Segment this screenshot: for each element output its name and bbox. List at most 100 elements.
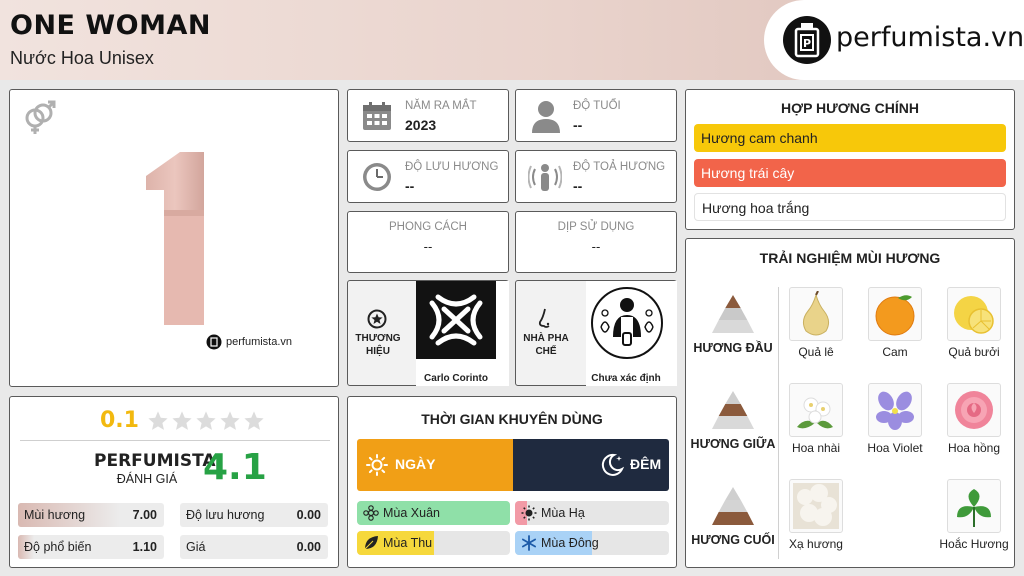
note-item[interactable]: Hoa hồng (939, 383, 1009, 455)
rating-bar-label: Mùi hương (24, 508, 86, 522)
occasion-label: DỊP SỬ DỤNG (557, 221, 635, 233)
night-panel: ĐÊM (513, 439, 669, 491)
recommended-time-card: THỜI GIAN KHUYÊN DÙNG NGÀY ĐÊM Mùa Xuân … (347, 396, 677, 568)
note-item[interactable]: Hoa nhài (781, 383, 851, 455)
night-label: ĐÊM (630, 456, 662, 472)
rating-divider (20, 440, 330, 441)
star-rating[interactable] (147, 410, 265, 432)
note-label: Cam (882, 345, 908, 359)
season-bar-spring: Mùa Xuân (357, 501, 510, 525)
summer-sun-icon (521, 505, 537, 521)
note-item[interactable]: Quả bưởi (939, 287, 1009, 359)
rating-bar-label: Độ phổ biến (24, 540, 92, 554)
perfume-subtitle: Nước Hoa Unisex (10, 48, 154, 68)
patchouli-leaf-icon (947, 479, 1001, 533)
accord-bar: Hương trái cây (694, 159, 1006, 187)
occasion-box: DỊP SỬ DỤNG -- (515, 211, 677, 273)
main-accords-title: HỢP HƯƠNG CHÍNH (781, 100, 919, 116)
season-bar-winter: Mùa Đông (515, 531, 669, 555)
sillage-value: -- (573, 178, 583, 194)
scent-notes-title: TRẢI NGHIỆM MÙI HƯƠNG (759, 250, 941, 266)
note-item[interactable]: Cam (860, 287, 930, 359)
style-box: PHONG CÁCH -- (347, 211, 509, 273)
star-icon[interactable] (243, 410, 265, 432)
scent-notes-card: TRẢI NGHIỆM MÙI HƯƠNG HƯƠNG ĐẦU Quả lê C… (685, 238, 1015, 568)
perfume-title: ONE WOMAN (10, 10, 211, 41)
product-image-card: perfumista.vn (9, 89, 339, 387)
note-label: Quả bưởi (948, 345, 1000, 359)
perfumer-placeholder-image (591, 287, 663, 359)
accord-label: Hương cam chanh (701, 130, 818, 146)
season-label: Mùa Hạ (541, 506, 585, 520)
star-icon[interactable] (219, 410, 241, 432)
season-label: Mùa Đông (541, 536, 599, 550)
rating-bar: Giá 0.00 (180, 535, 328, 559)
season-label: Mùa Thu (383, 536, 433, 550)
day-label: NGÀY (395, 456, 436, 472)
rating-bar-label: Giá (186, 540, 206, 554)
rating-bar: Độ lưu hương 0.00 (180, 503, 328, 527)
base-notes-label: HƯƠNG CUỐI (691, 533, 775, 547)
star-badge-icon (367, 309, 387, 329)
season-label: Mùa Xuân (383, 506, 440, 520)
star-icon[interactable] (171, 410, 193, 432)
musk-cotton-icon (789, 479, 843, 533)
day-panel: NGÀY (357, 439, 513, 491)
notes-divider (778, 287, 779, 559)
occasion-value: -- (591, 239, 601, 254)
note-label: Hoa hồng (947, 441, 1001, 455)
main-accords-card: HỢP HƯƠNG CHÍNH Hương cam chanh Hương tr… (685, 89, 1015, 230)
rating-card: 0.1 PERFUMISTA ĐÁNH GIÁ 4.1 Mùi hương 7.… (9, 396, 339, 568)
unisex-icon (20, 98, 58, 141)
launch-year-box: NĂM RA MẮT 2023 (347, 89, 509, 142)
perfumer-box[interactable]: NHÀ PHA CHẾ Chưa xác định (515, 280, 677, 386)
rose-icon (947, 383, 1001, 437)
rating-bar-value: 0.00 (296, 540, 321, 554)
note-item[interactable]: Quả lê (781, 287, 851, 359)
sillage-label: ĐỘ TOẢ HƯƠNG (573, 161, 666, 173)
top-notes-label: HƯƠNG ĐẦU (693, 341, 773, 355)
sillage-person-icon (528, 164, 562, 191)
brand-logo[interactable]: P perfumista.vn (764, 0, 1024, 80)
pyramid-top-icon (712, 295, 754, 333)
rating-bar-value: 7.00 (132, 508, 157, 522)
rating-bar-value: 0.00 (296, 508, 321, 522)
svg-text:P: P (803, 37, 811, 50)
age-box: ĐỘ TUỔI -- (515, 89, 677, 142)
calendar-icon (363, 102, 391, 130)
perfume-bottle-image (142, 152, 222, 332)
sillage-box: ĐỘ TOẢ HƯƠNG -- (515, 150, 677, 203)
longevity-box: ĐỘ LƯU HƯƠNG -- (347, 150, 509, 203)
perfume-bottle-logo-icon: P (783, 16, 831, 64)
user-score: 0.1 (100, 408, 139, 433)
nose-icon (538, 308, 550, 328)
note-item[interactable]: Hoắc Hương (939, 479, 1009, 551)
note-item[interactable]: Xạ hương (781, 479, 851, 551)
season-bar-autumn: Mùa Thu (357, 531, 510, 555)
sun-icon (366, 454, 388, 476)
accord-label: Hương trái cây (701, 165, 795, 181)
longevity-value: -- (405, 178, 415, 194)
note-item[interactable]: Hoa Violet (860, 383, 930, 455)
style-value: -- (423, 239, 433, 254)
perfumista-sublabel: ĐÁNH GIÁ (116, 472, 178, 486)
jasmine-icon (789, 383, 843, 437)
brand-box[interactable]: THƯƠNG HIỆU Carlo Corinto (347, 280, 509, 386)
perfumer-label-line1: NHÀ PHA (523, 333, 569, 344)
star-icon[interactable] (195, 410, 217, 432)
spring-flower-icon (363, 505, 379, 521)
middle-notes-label: HƯƠNG GIỮA (690, 437, 776, 451)
accord-bar: Hương cam chanh (694, 124, 1006, 152)
rating-bar-label: Độ lưu hương (186, 508, 265, 522)
note-label: Hoa nhài (791, 441, 841, 455)
logo-text: perfumista.vn (836, 22, 1024, 53)
snowflake-icon (521, 535, 537, 551)
pyramid-middle-icon (712, 391, 754, 429)
rating-bar: Độ phổ biến 1.10 (18, 535, 164, 559)
recommended-time-title: THỜI GIAN KHUYÊN DÙNG (421, 411, 603, 427)
brand-logo-image (416, 281, 496, 359)
perfume-bottle-logo-icon (206, 334, 222, 350)
launch-year-value: 2023 (405, 117, 437, 133)
star-icon[interactable] (147, 410, 169, 432)
age-label: ĐỘ TUỔI (573, 100, 621, 112)
